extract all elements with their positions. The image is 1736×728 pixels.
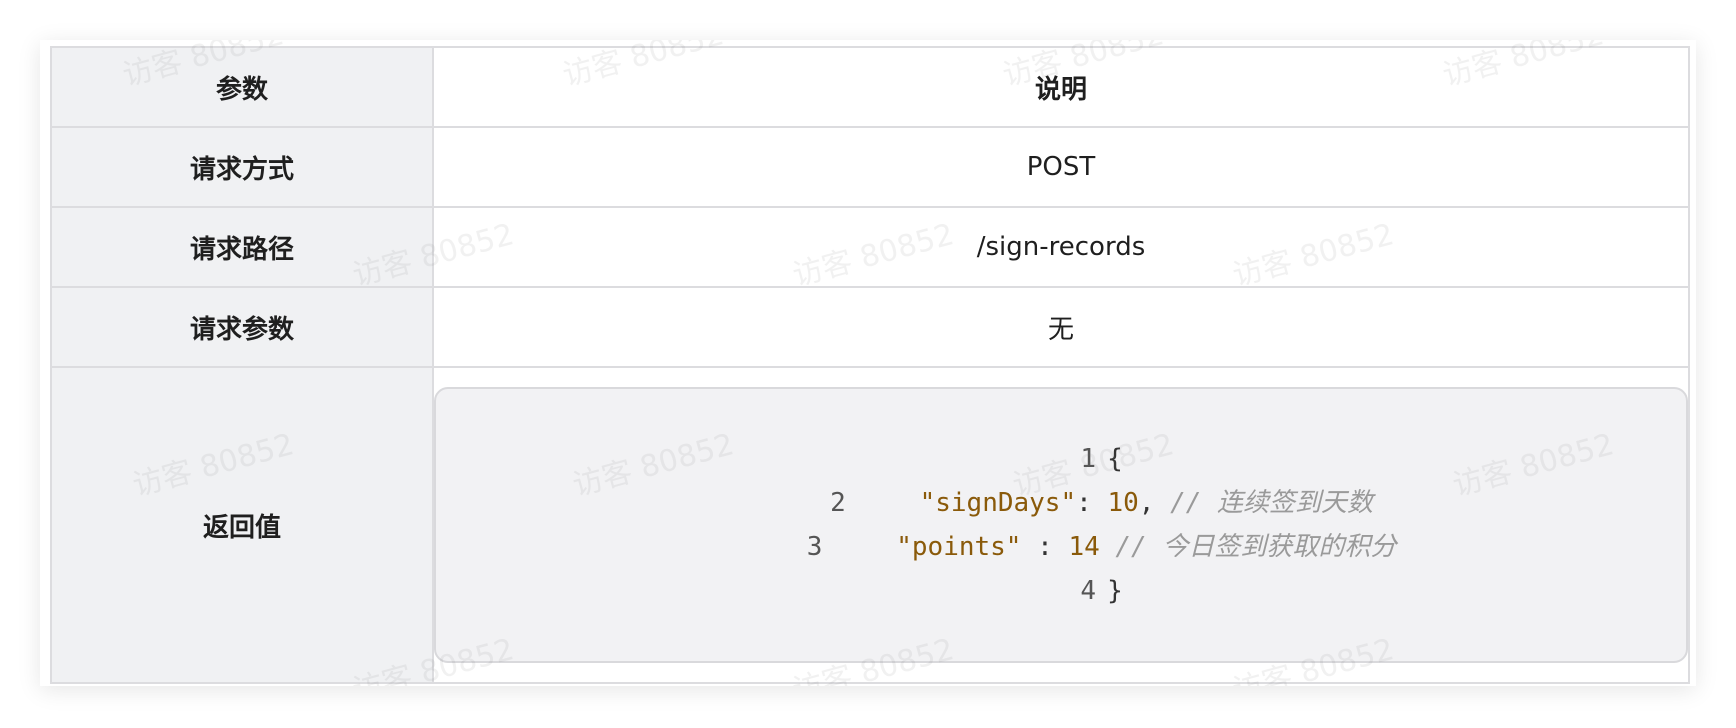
api-table: 参数 说明 请求方式 POST 请求路径 /sign-records 请求参数 …	[50, 46, 1690, 684]
line-number: 3	[806, 532, 823, 562]
row-value-path: /sign-records	[432, 206, 1690, 288]
table-row: 请求方式 POST	[50, 126, 1690, 208]
line-number: 4	[1080, 576, 1096, 606]
code-key-signdays: "signDays"	[919, 488, 1077, 518]
code-block[interactable]: 1{ 2 "signDays": 10, // 连续签到天数 3 "points…	[434, 387, 1688, 663]
code-after: ,	[1138, 488, 1171, 518]
code-after	[1100, 532, 1116, 562]
row-param-return: 返回值	[50, 366, 434, 684]
code-sep: :	[1076, 488, 1108, 518]
code-comment-points: // 今日签到获取的积分	[1115, 532, 1397, 562]
row-param-path: 请求路径	[50, 206, 434, 288]
code-sep: :	[1021, 532, 1069, 562]
row-param-method: 请求方式	[50, 126, 434, 208]
line-number: 1	[1080, 444, 1096, 474]
row-value-params: 无	[432, 286, 1690, 368]
api-doc-card: 参数 说明 请求方式 POST 请求路径 /sign-records 请求参数 …	[40, 40, 1696, 686]
code-line-1: 1{	[506, 437, 1686, 481]
table-row: 请求路径 /sign-records	[50, 206, 1690, 288]
row-value-method: POST	[432, 126, 1690, 208]
code-text: {	[1107, 444, 1123, 474]
return-code-cell: 1{ 2 "signDays": 10, // 连续签到天数 3 "points…	[432, 366, 1690, 684]
line-number: 2	[830, 488, 846, 518]
header-param: 参数	[50, 46, 434, 128]
code-comment-signdays: // 连续签到天数	[1170, 488, 1374, 518]
code-line-4: 4}	[506, 569, 1686, 613]
table-header-row: 参数 说明	[50, 46, 1690, 128]
table-row: 请求参数 无	[50, 286, 1690, 368]
table-row-return: 返回值 1{ 2 "signDays": 10, // 连续签到天数 3 "po…	[50, 366, 1690, 684]
row-param-params: 请求参数	[50, 286, 434, 368]
header-desc: 说明	[432, 46, 1690, 128]
code-line-2: 2 "signDays": 10, // 连续签到天数	[506, 481, 1686, 525]
code-text: }	[1107, 576, 1123, 606]
code-value-points: 14	[1068, 532, 1100, 562]
code-value-signdays: 10	[1107, 488, 1139, 518]
code-line-3: 3 "points" : 14 // 今日签到获取的积分	[506, 525, 1686, 569]
code-key-points: "points"	[896, 532, 1022, 562]
